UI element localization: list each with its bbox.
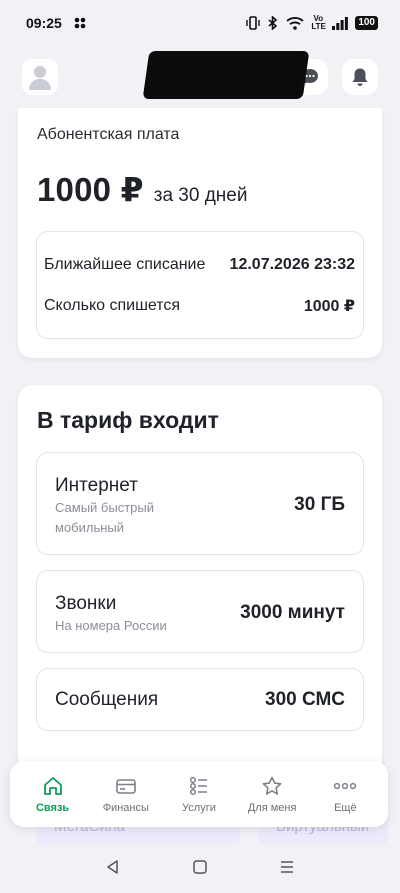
star-icon (262, 776, 282, 795)
feature-sms[interactable]: Сообщения 300 СМС (36, 668, 364, 731)
nav-item-services[interactable]: Услуги (164, 775, 234, 814)
charge-amount-label: Сколько спишется (44, 297, 181, 314)
charge-amount-row: Сколько спишется 1000 ₽ (44, 296, 355, 316)
nav-label: Для меня (247, 801, 297, 814)
wifi-icon (286, 16, 304, 30)
bottom-navigation: Связь Финансы Услуги Для меня Ещё (10, 761, 388, 827)
recents-menu-icon[interactable] (279, 859, 295, 880)
feature-subtitle: Самый быстрый мобильный (55, 500, 154, 535)
notifications-button[interactable] (342, 59, 378, 95)
app-notification-icon (74, 17, 86, 29)
tariff-title: В тариф входит (37, 407, 219, 433)
fee-period: за 30 дней (153, 185, 248, 206)
home-button-icon[interactable] (192, 859, 208, 880)
bluetooth-icon (267, 16, 279, 30)
feature-value: 30 ГБ (294, 494, 345, 515)
status-time: 09:25 (26, 15, 62, 31)
fee-label: Абонентская плата (37, 126, 180, 143)
subscription-fee-card: Абонентская плата 1000 ₽ за 30 дней Ближ… (18, 108, 382, 358)
feature-calls[interactable]: Звонки На номера России 3000 минут (36, 570, 364, 653)
feature-value: 300 СМС (265, 689, 345, 710)
list-icon (189, 776, 207, 795)
nav-item-svyaz[interactable]: Связь (18, 775, 88, 814)
vibrate-icon (246, 16, 261, 30)
nav-label: Услуги (182, 801, 216, 814)
redacted-phone-number (142, 51, 310, 99)
chevron-down-icon: ▼ (298, 79, 308, 90)
volte-badge: Vo LTE (311, 14, 326, 31)
fee-row: 1000 ₽ за 30 дней (37, 170, 247, 209)
charge-amount-value: 1000 ₽ (303, 298, 355, 315)
next-charge-date: 12.07.2026 23:32 (229, 256, 355, 273)
back-icon[interactable] (105, 859, 121, 880)
next-charge-label: Ближайшее списание (44, 256, 206, 273)
nav-item-for-me[interactable]: Для меня (237, 775, 307, 814)
nav-item-more[interactable]: Ещё (310, 775, 380, 814)
app-header: ▼ (0, 46, 400, 108)
bell-icon (352, 68, 368, 86)
feature-title: Сообщения (55, 689, 159, 710)
home-icon (43, 776, 62, 795)
feature-internet[interactable]: Интернет Самый быстрый мобильный 30 ГБ (36, 452, 364, 555)
system-navigation-bar (0, 845, 400, 893)
nav-item-finance[interactable]: Финансы (91, 775, 161, 814)
profile-avatar-button[interactable] (22, 59, 58, 95)
status-bar: 09:25 Vo LTE 100 (0, 0, 400, 46)
feature-title: Звонки (55, 593, 117, 614)
account-selector[interactable]: ▼ (58, 46, 310, 108)
nav-label: Финансы (102, 801, 149, 814)
signal-icon (332, 16, 349, 30)
more-icon (334, 782, 357, 789)
card-icon (115, 778, 136, 794)
user-avatar-icon (29, 66, 51, 90)
next-charge-row: Ближайшее списание 12.07.2026 23:32 (44, 256, 355, 274)
nav-label: Связь (35, 801, 70, 814)
fee-amount: 1000 ₽ (37, 171, 144, 208)
feature-title: Интернет (55, 475, 138, 496)
feature-value: 3000 минут (240, 602, 345, 623)
tariff-includes-card: В тариф входит Интернет Самый быстрый мо… (18, 385, 382, 805)
charge-info-box: Ближайшее списание 12.07.2026 23:32 Скол… (36, 231, 364, 339)
battery-indicator: 100 (355, 16, 378, 30)
nav-label: Ещё (334, 801, 357, 814)
feature-subtitle: На номера России (55, 618, 167, 633)
